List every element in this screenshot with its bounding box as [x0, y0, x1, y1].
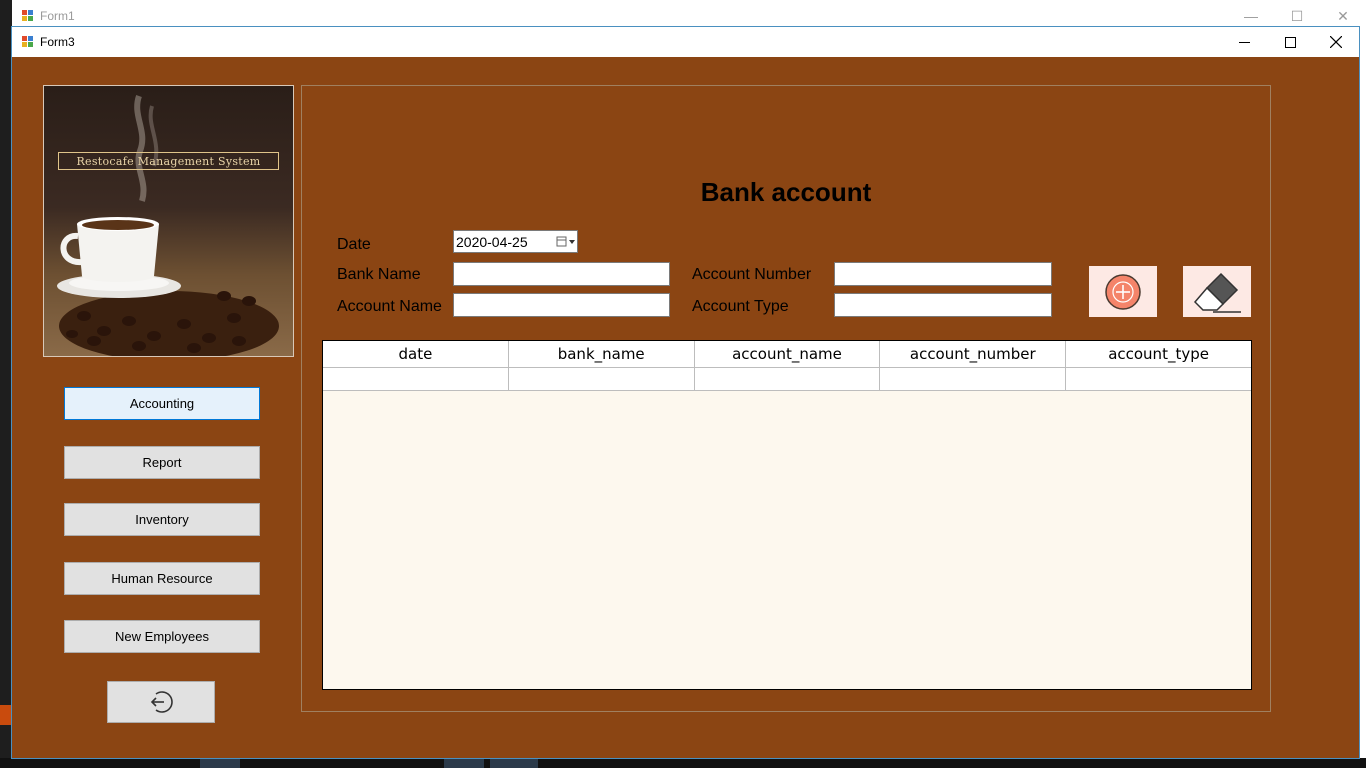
app-icon — [22, 36, 34, 48]
grid-header: date bank_name account_name account_numb… — [323, 341, 1251, 368]
bank-name-label: Bank Name — [337, 266, 421, 283]
maximize-icon[interactable] — [1267, 27, 1313, 57]
human-resource-button[interactable]: Human Resource — [64, 562, 260, 595]
window-title: Form3 — [40, 35, 75, 49]
table-cell[interactable] — [695, 368, 881, 390]
accounting-button[interactable]: Accounting — [64, 387, 260, 420]
taskbar-item[interactable] — [200, 758, 240, 768]
main-window: Form3 Restocafe Management System Accoun… — [11, 26, 1360, 759]
column-header-bank-name[interactable]: bank_name — [509, 341, 695, 367]
table-row[interactable] — [323, 368, 1251, 391]
minimize-icon[interactable] — [1221, 27, 1267, 57]
column-header-account-name[interactable]: account_name — [695, 341, 881, 367]
account-name-input[interactable] — [453, 293, 670, 317]
table-cell[interactable] — [509, 368, 695, 390]
column-header-account-number[interactable]: account_number — [880, 341, 1067, 367]
new-employees-button[interactable]: New Employees — [64, 620, 260, 653]
logout-icon — [150, 691, 173, 713]
page-title: Bank account — [700, 177, 872, 207]
app-icon — [22, 10, 34, 22]
logo-image: Restocafe Management System — [43, 85, 294, 357]
taskbar-item[interactable] — [444, 758, 484, 768]
logo-banner: Restocafe Management System — [58, 152, 279, 170]
date-label: Date — [337, 236, 371, 253]
account-number-input[interactable] — [834, 262, 1052, 286]
table-cell[interactable] — [323, 368, 509, 390]
bank-account-grid[interactable]: date bank_name account_name account_numb… — [322, 340, 1252, 690]
account-number-label: Account Number — [692, 266, 812, 283]
column-header-account-type[interactable]: account_type — [1066, 341, 1251, 367]
add-icon — [1105, 273, 1141, 310]
report-button[interactable]: Report — [64, 446, 260, 479]
account-name-label: Account Name — [337, 298, 442, 315]
background-window-title: Form1 — [40, 9, 75, 23]
taskbar — [0, 758, 1366, 768]
close-icon[interactable] — [1313, 27, 1359, 57]
window-controls — [1221, 27, 1359, 57]
window-titlebar[interactable]: Form3 — [12, 27, 1359, 57]
coffee-cup-illustration — [57, 95, 279, 356]
clear-button[interactable] — [1183, 266, 1251, 317]
account-type-input[interactable] — [834, 293, 1052, 317]
account-type-label: Account Type — [692, 298, 789, 315]
date-value: 2020-04-25 — [456, 233, 528, 250]
add-button[interactable] — [1089, 266, 1157, 317]
logout-button[interactable] — [107, 681, 215, 723]
inventory-button[interactable]: Inventory — [64, 503, 260, 536]
calendar-dropdown-icon[interactable] — [555, 236, 577, 248]
taskbar-item[interactable] — [490, 758, 538, 768]
table-cell[interactable] — [1066, 368, 1251, 390]
date-picker[interactable]: 2020-04-25 — [453, 230, 578, 253]
eraser-icon — [1193, 272, 1241, 313]
bank-name-input[interactable] — [453, 262, 670, 286]
column-header-date[interactable]: date — [323, 341, 509, 367]
table-cell[interactable] — [880, 368, 1067, 390]
